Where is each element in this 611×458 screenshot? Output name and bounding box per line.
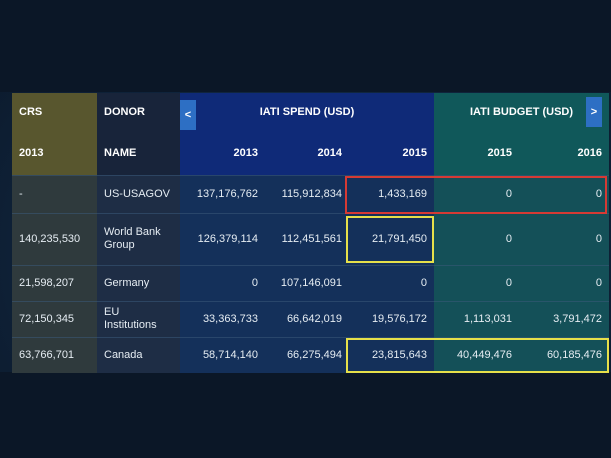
table-cell-spend: 137,176,762	[180, 175, 265, 213]
table-cell-spend: 19,576,172	[349, 301, 434, 337]
highlight-red-box	[345, 176, 607, 214]
chevron-right-icon: >	[590, 106, 598, 118]
table-cell-spend: 66,642,019	[265, 301, 349, 337]
subheader-spend-year: 2014	[265, 131, 349, 175]
highlight-yellow-box	[346, 216, 434, 263]
table-cell-spend: 107,146,091	[265, 265, 349, 301]
highlight-yellow-box	[346, 338, 609, 373]
table-cell-spend: 58,714,140	[180, 337, 265, 373]
table-cell-budget: 0	[434, 265, 519, 301]
header-iati-budget-label: IATI BUDGET (USD)	[469, 105, 574, 118]
header-donor: DONOR	[97, 93, 180, 131]
spend-prev-arrow-button[interactable]: <	[180, 100, 196, 130]
table-cell-spend: 33,363,733	[180, 301, 265, 337]
subheader-budget-year-label: 2015	[487, 146, 512, 159]
table-cell-donor: EU Institutions	[97, 301, 180, 337]
table-cell-crs: 21,598,207	[12, 265, 97, 301]
header-iati-spend-label: IATI SPEND (USD)	[259, 105, 355, 118]
header-iati-budget: IATI BUDGET (USD)	[434, 93, 609, 131]
subheader-donor-name-label: NAME	[104, 146, 137, 159]
table-cell-donor: Canada	[97, 337, 180, 373]
header-crs: CRS	[12, 93, 97, 131]
table-cell-budget: 0	[434, 213, 519, 265]
subheader-crs-year-label: 2013	[19, 146, 44, 159]
subheader-crs-year: 2013	[12, 131, 97, 175]
subheader-spend-year: 2015	[349, 131, 434, 175]
table-cell-spend: 112,451,561	[265, 213, 349, 265]
header-crs-label: CRS	[19, 105, 43, 118]
table-cell-crs: 72,150,345	[12, 301, 97, 337]
table-cell-budget: 0	[519, 265, 609, 301]
table-cell-spend: 0	[349, 265, 434, 301]
subheader-spend-year-label: 2015	[402, 146, 427, 159]
table-cell-budget: 0	[519, 213, 609, 265]
table-cell-spend: 0	[180, 265, 265, 301]
table-cell-budget: 1,113,031	[434, 301, 519, 337]
subheader-spend-year-label: 2014	[317, 146, 342, 159]
table-cell-spend: 66,275,494	[265, 337, 349, 373]
header-iati-spend: IATI SPEND (USD)	[180, 93, 434, 131]
table-cell-donor: World Bank Group	[97, 213, 180, 265]
table-cell-crs: 140,235,530	[12, 213, 97, 265]
table-cell-donor: Germany	[97, 265, 180, 301]
bottom-dark-band	[0, 372, 611, 458]
row-divider	[12, 265, 609, 266]
subheader-budget-year-label: 2016	[577, 146, 602, 159]
subheader-budget-year: 2015	[434, 131, 519, 175]
subheader-spend-year: 2013	[180, 131, 265, 175]
table-cell-crs: -	[12, 175, 97, 213]
table-cell-budget: 3,791,472	[519, 301, 609, 337]
top-dark-band	[0, 0, 611, 92]
subheader-donor-name: NAME	[97, 131, 180, 175]
donor-spend-table: CRS DONOR IATI SPEND (USD) IATI BUDGET (…	[12, 93, 609, 373]
budget-next-arrow-button[interactable]: >	[586, 97, 602, 127]
row-divider	[12, 301, 609, 302]
table-cell-spend: 126,379,114	[180, 213, 265, 265]
chevron-left-icon: <	[184, 109, 192, 121]
subheader-budget-year: 2016	[519, 131, 609, 175]
table-cell-donor: US-USAGOV	[97, 175, 180, 213]
subheader-spend-year-label: 2013	[233, 146, 258, 159]
table-cell-spend: 115,912,834	[265, 175, 349, 213]
table-cell-crs: 63,766,701	[12, 337, 97, 373]
header-donor-label: DONOR	[104, 105, 145, 118]
